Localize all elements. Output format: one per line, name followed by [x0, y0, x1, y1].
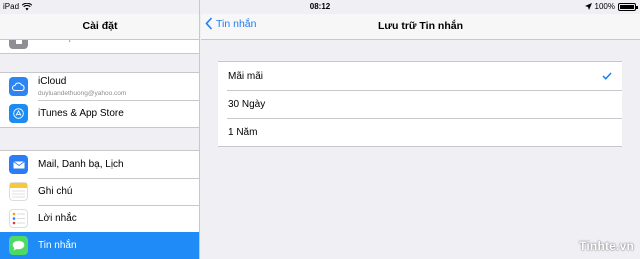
sidebar-item-messages[interactable]: Tin nhắn [0, 232, 199, 259]
option-label: 1 Năm [228, 126, 258, 138]
mail-icon [9, 155, 28, 174]
checkmark-icon [602, 72, 612, 80]
messages-icon [9, 236, 28, 255]
page-title: Lưu trữ Tin nhắn [377, 20, 463, 32]
detail-header: Tin nhắn Lưu trữ Tin nhắn [201, 14, 640, 40]
battery-percent: 100% [594, 2, 615, 11]
sidebar-item-notes[interactable]: Ghi chú [0, 178, 199, 205]
icloud-icon [9, 77, 28, 96]
status-time: 08:12 [309, 2, 331, 11]
app-store-icon [9, 104, 28, 123]
sidebar-item-label: Mail, Danh bạ, Lịch [38, 159, 124, 170]
sidebar-item-itunes-app-store[interactable]: iTunes & App Store [0, 100, 199, 127]
watermark: Tinhte.vn [579, 239, 634, 253]
sidebar-item-mail-contacts-calendars[interactable]: Mail, Danh bạ, Lịch [0, 151, 199, 178]
sidebar-group-apps: Mail, Danh bạ, Lịch Ghi chú Lời nhắc Tin… [0, 150, 199, 259]
sidebar-item-label: Lời nhắc [38, 213, 77, 224]
battery-icon [618, 2, 638, 11]
option-forever[interactable]: Mãi mãi [218, 62, 622, 90]
option-label: Mãi mãi [228, 70, 264, 82]
sidebar-item-icloud[interactable]: iCloud duyluandethuong@yahoo.com [0, 73, 199, 100]
option-1-year[interactable]: 1 Năm [218, 118, 622, 146]
sidebar-group-accounts: iCloud duyluandethuong@yahoo.com iTunes … [0, 72, 199, 128]
sidebar-header: Cài đặt [0, 14, 199, 40]
status-bar: iPad 08:12 100% [0, 0, 640, 14]
option-30-days[interactable]: 30 Ngày [218, 90, 622, 118]
sidebar-title: Cài đặt [82, 20, 118, 32]
keep-messages-options: Mãi mãi 30 Ngày 1 Năm [218, 61, 622, 147]
reminders-icon [9, 209, 28, 228]
status-right: 100% [584, 2, 638, 11]
icloud-account-email: duyluandethuong@yahoo.com [38, 90, 127, 97]
sidebar-item-label: iTunes & App Store [38, 108, 124, 119]
sidebar-item-label: iCloud [38, 76, 67, 87]
option-label: 30 Ngày [228, 98, 266, 110]
settings-sidebar: Cài đặt Bảo mật iCloud duyluandethuong@y… [0, 0, 200, 259]
notes-icon [9, 182, 28, 201]
location-icon [584, 3, 592, 10]
sidebar-item-label: Tin nhắn [38, 240, 77, 251]
sidebar-item-label: Ghi chú [38, 186, 73, 197]
sidebar-item-reminders[interactable]: Lời nhắc [0, 205, 199, 232]
